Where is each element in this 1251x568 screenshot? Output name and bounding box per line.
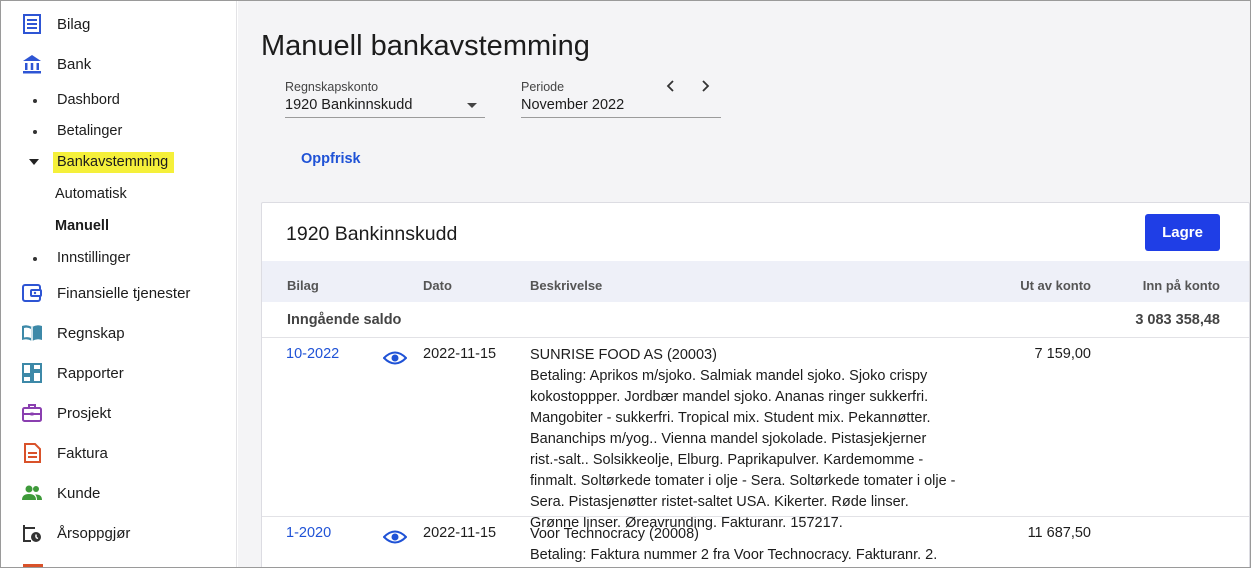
description-cell: SUNRISE FOOD AS (20003) Betaling: Apriko… xyxy=(530,345,970,534)
eye-icon[interactable] xyxy=(383,529,407,545)
description-cell: Voor Technocracy (20008) Betaling: Faktu… xyxy=(530,524,970,566)
sidebar-item-betalinger[interactable]: Betalinger xyxy=(57,120,122,142)
description-line: Betaling: Faktura nummer 2 fra Voor Tech… xyxy=(530,547,938,563)
people-icon xyxy=(21,482,43,504)
eye-icon[interactable] xyxy=(383,350,407,366)
sidebar-item-label: Bank xyxy=(57,55,92,73)
description-line: Bananchips m/yog.. Vienna mandel sjokola… xyxy=(530,431,927,447)
sidebar-item-label: Betalinger xyxy=(57,123,123,139)
sidebar: Bilag Bank Dashbord Betalinger Bankavste… xyxy=(1,1,237,567)
bilag-link[interactable]: 10-2022 xyxy=(286,346,339,362)
sidebar-item-label: Regnskap xyxy=(57,324,125,342)
page-title: Manuell bankavstemming xyxy=(261,30,590,62)
description-title: SUNRISE FOOD AS (20003) xyxy=(530,347,717,363)
document-icon xyxy=(21,442,43,464)
book-icon xyxy=(21,322,43,344)
calendar-clock-icon xyxy=(21,522,43,544)
sidebar-item-label: Årsoppgjør xyxy=(57,524,131,542)
sidebar-item-label: Prosjekt xyxy=(57,404,112,422)
account-select[interactable]: Regnskapskonto 1920 Bankinnskudd xyxy=(285,80,485,118)
column-header-ut-av-konto[interactable]: Ut av konto xyxy=(1020,278,1091,293)
sidebar-item-arsoppgjor[interactable]: Årsoppgjør xyxy=(21,521,130,545)
save-button[interactable]: Lagre xyxy=(1145,214,1220,251)
sidebar-item-label: Automatisk xyxy=(55,186,127,202)
description-line: Betaling: Aprikos m/sjoko. Salmiak mande… xyxy=(530,368,928,384)
amount-out-cell: 11 687,50 xyxy=(1027,525,1091,541)
sidebar-item-bank[interactable]: Bank xyxy=(21,52,91,76)
bilag-link[interactable]: 1-2020 xyxy=(286,525,331,541)
account-value: 1920 Bankinnskudd xyxy=(285,97,413,113)
app-window: Bilag Bank Dashbord Betalinger Bankavste… xyxy=(0,0,1251,568)
sidebar-item-faktura[interactable]: Faktura xyxy=(21,441,108,465)
row-divider xyxy=(262,516,1249,517)
main-content: Manuell bankavstemming Regnskapskonto 19… xyxy=(238,1,1250,567)
description-line: kokostoppper. Jordbær mandel sjoko. Anan… xyxy=(530,389,929,405)
receipt-icon xyxy=(21,13,43,35)
sidebar-item-label: Bankavstemming xyxy=(53,151,175,173)
sidebar-item-bankavstemming[interactable]: Bankavstemming xyxy=(53,151,175,173)
sidebar-item-finansielle-tjenester[interactable]: Finansielle tjenester xyxy=(21,281,190,305)
period-value: November 2022 xyxy=(521,97,625,113)
sidebar-item-label: Manuell xyxy=(55,218,109,234)
column-header-dato[interactable]: Dato xyxy=(423,278,452,293)
refresh-button[interactable]: Oppfrisk xyxy=(301,151,361,167)
sidebar-item-prosjekt[interactable]: Prosjekt xyxy=(21,401,111,425)
sidebar-item-bilag[interactable]: Bilag xyxy=(21,12,90,36)
description-line: Mangobiter - sukkerfri. Tropical mix. St… xyxy=(530,410,931,426)
date-cell: 2022-11-15 xyxy=(423,346,497,362)
sidebar-item-manuell[interactable]: Manuell xyxy=(55,215,109,237)
sidebar-item-label: Dashbord xyxy=(57,92,120,108)
row-divider xyxy=(262,337,1249,338)
opening-balance-label: Inngående saldo xyxy=(287,312,402,328)
column-header-inn-pa-konto[interactable]: Inn på konto xyxy=(1143,278,1220,293)
dropdown-caret-icon xyxy=(467,103,477,108)
date-cell: 2022-11-15 xyxy=(423,525,497,541)
opening-balance-value: 3 083 358,48 xyxy=(1135,312,1220,328)
sidebar-item-label: Faktura xyxy=(57,444,108,462)
card-title: 1920 Bankinnskudd xyxy=(286,223,458,245)
reconciliation-card: 1920 Bankinnskudd Lagre Bilag Dato Beskr… xyxy=(261,202,1250,567)
partial-icon xyxy=(23,564,43,567)
sidebar-item-label: Rapporter xyxy=(57,364,124,382)
sidebar-item-innstillinger[interactable]: Innstillinger xyxy=(57,247,130,269)
briefcase-icon xyxy=(21,402,43,424)
bullet-icon xyxy=(33,99,37,103)
caret-down-icon[interactable] xyxy=(29,159,39,165)
period-label: Periode xyxy=(521,80,565,94)
bullet-icon xyxy=(33,130,37,134)
sidebar-item-rapporter[interactable]: Rapporter xyxy=(21,361,124,385)
sidebar-item-dashbord[interactable]: Dashbord xyxy=(57,89,120,111)
bank-icon xyxy=(21,53,43,75)
sidebar-item-label: Finansielle tjenester xyxy=(57,284,191,302)
chevron-right-icon[interactable] xyxy=(697,78,713,94)
description-line: finmalt. Soltørkede tomater i olje - Ser… xyxy=(530,473,956,489)
sidebar-item-kunde[interactable]: Kunde xyxy=(21,481,100,505)
chevron-left-icon[interactable] xyxy=(663,78,679,94)
column-header-bilag[interactable]: Bilag xyxy=(287,278,319,293)
sidebar-item-regnskap[interactable]: Regnskap xyxy=(21,321,125,345)
sidebar-item-label: Bilag xyxy=(57,15,91,33)
period-field[interactable]: Periode November 2022 xyxy=(521,80,721,118)
description-title: Voor Technocracy (20008) xyxy=(530,526,700,542)
wallet-icon xyxy=(21,282,43,304)
column-header-beskrivelse[interactable]: Beskrivelse xyxy=(530,278,602,293)
description-line: Sera. Pistasjenøtter ristet-saltet USA. … xyxy=(530,494,909,510)
sidebar-item-automatisk[interactable]: Automatisk xyxy=(55,183,127,205)
amount-out-cell: 7 159,00 xyxy=(1034,346,1091,362)
dashboard-icon xyxy=(21,362,43,384)
table-header: Bilag Dato Beskrivelse Ut av konto Inn p… xyxy=(262,261,1249,302)
account-label: Regnskapskonto xyxy=(285,80,379,94)
bullet-icon xyxy=(33,257,37,261)
sidebar-item-label: Kunde xyxy=(57,484,101,502)
sidebar-item-label: Innstillinger xyxy=(57,250,131,266)
description-line: rist.-salt.. Solsikkeolje, Elburg. Papri… xyxy=(530,452,924,468)
